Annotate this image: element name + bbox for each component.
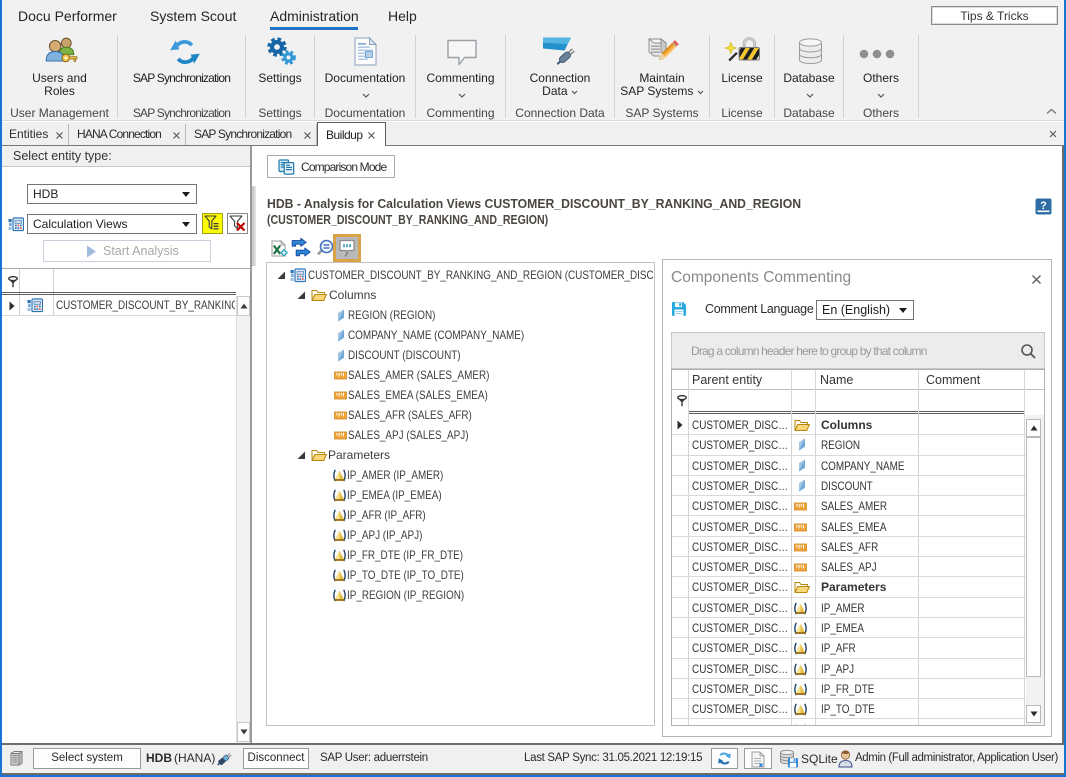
svg-text:?: ?: [1040, 200, 1047, 212]
